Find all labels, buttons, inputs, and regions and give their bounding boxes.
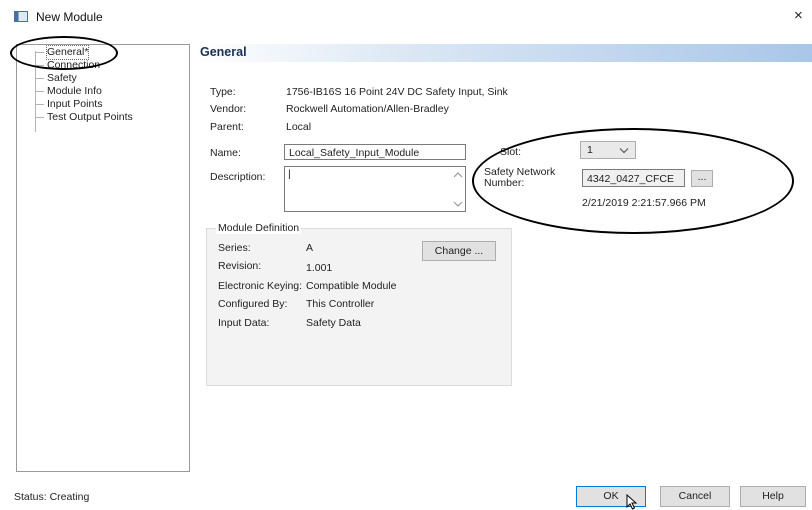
title-bar bbox=[0, 0, 812, 34]
tree-item-label: Module Info bbox=[47, 85, 102, 97]
vendor-label: Vendor: bbox=[210, 103, 247, 115]
panel-header-band bbox=[194, 44, 812, 62]
cancel-button[interactable]: Cancel bbox=[660, 486, 730, 507]
tree-item-test-output-points[interactable]: Test Output Points bbox=[36, 111, 133, 124]
series-value: A bbox=[306, 242, 314, 254]
name-field[interactable]: Local_Safety_Input_Module bbox=[284, 144, 466, 160]
highlight-ellipse-safety-network bbox=[472, 128, 794, 234]
type-value: 1756-IB16S 16 Point 24V DC Safety Input,… bbox=[286, 86, 508, 98]
window-icon bbox=[14, 11, 28, 22]
tree-item-module-info[interactable]: Module Info bbox=[36, 85, 102, 98]
keying-label: Electronic Keying: bbox=[218, 280, 303, 292]
help-button[interactable]: Help bbox=[740, 486, 806, 507]
parent-value: Local bbox=[286, 121, 312, 133]
parent-label: Parent: bbox=[210, 121, 244, 133]
tree-item-input-points[interactable]: Input Points bbox=[36, 98, 102, 111]
configured-by-value: This Controller bbox=[306, 298, 375, 310]
close-icon[interactable]: × bbox=[794, 8, 803, 24]
input-data-value: Safety Data bbox=[306, 317, 361, 329]
category-tree[interactable]: General* Connection Safety Module Info I… bbox=[16, 44, 190, 472]
input-data-label: Input Data: bbox=[218, 317, 270, 329]
type-label: Type: bbox=[210, 86, 236, 98]
window-title: New Module bbox=[36, 10, 103, 24]
scroll-up-icon[interactable] bbox=[453, 171, 463, 179]
tree-item-label: Safety bbox=[47, 72, 77, 84]
vendor-value: Rockwell Automation/Allen-Bradley bbox=[286, 103, 449, 115]
change-button[interactable]: Change ... bbox=[422, 241, 496, 261]
name-label: Name: bbox=[210, 147, 241, 159]
series-label: Series: bbox=[218, 242, 251, 254]
description-label: Description: bbox=[210, 171, 266, 183]
configured-by-label: Configured By: bbox=[218, 298, 288, 310]
mouse-cursor-icon bbox=[626, 494, 638, 510]
tree-item-label: Test Output Points bbox=[47, 111, 133, 123]
revision-label: Revision: bbox=[218, 260, 262, 272]
description-text: | bbox=[288, 168, 291, 180]
tree-item-label: Input Points bbox=[47, 98, 103, 110]
tree-item-safety[interactable]: Safety bbox=[36, 72, 77, 85]
panel-title: General bbox=[200, 45, 247, 59]
status-text: Status: Creating bbox=[14, 491, 90, 503]
highlight-ellipse-general bbox=[10, 36, 118, 70]
revision-value: 1.001 bbox=[306, 262, 333, 274]
keying-value: Compatible Module bbox=[306, 280, 397, 292]
description-field[interactable]: | bbox=[284, 166, 466, 212]
module-definition-title: Module Definition bbox=[216, 222, 302, 234]
scroll-down-icon[interactable] bbox=[453, 200, 463, 208]
